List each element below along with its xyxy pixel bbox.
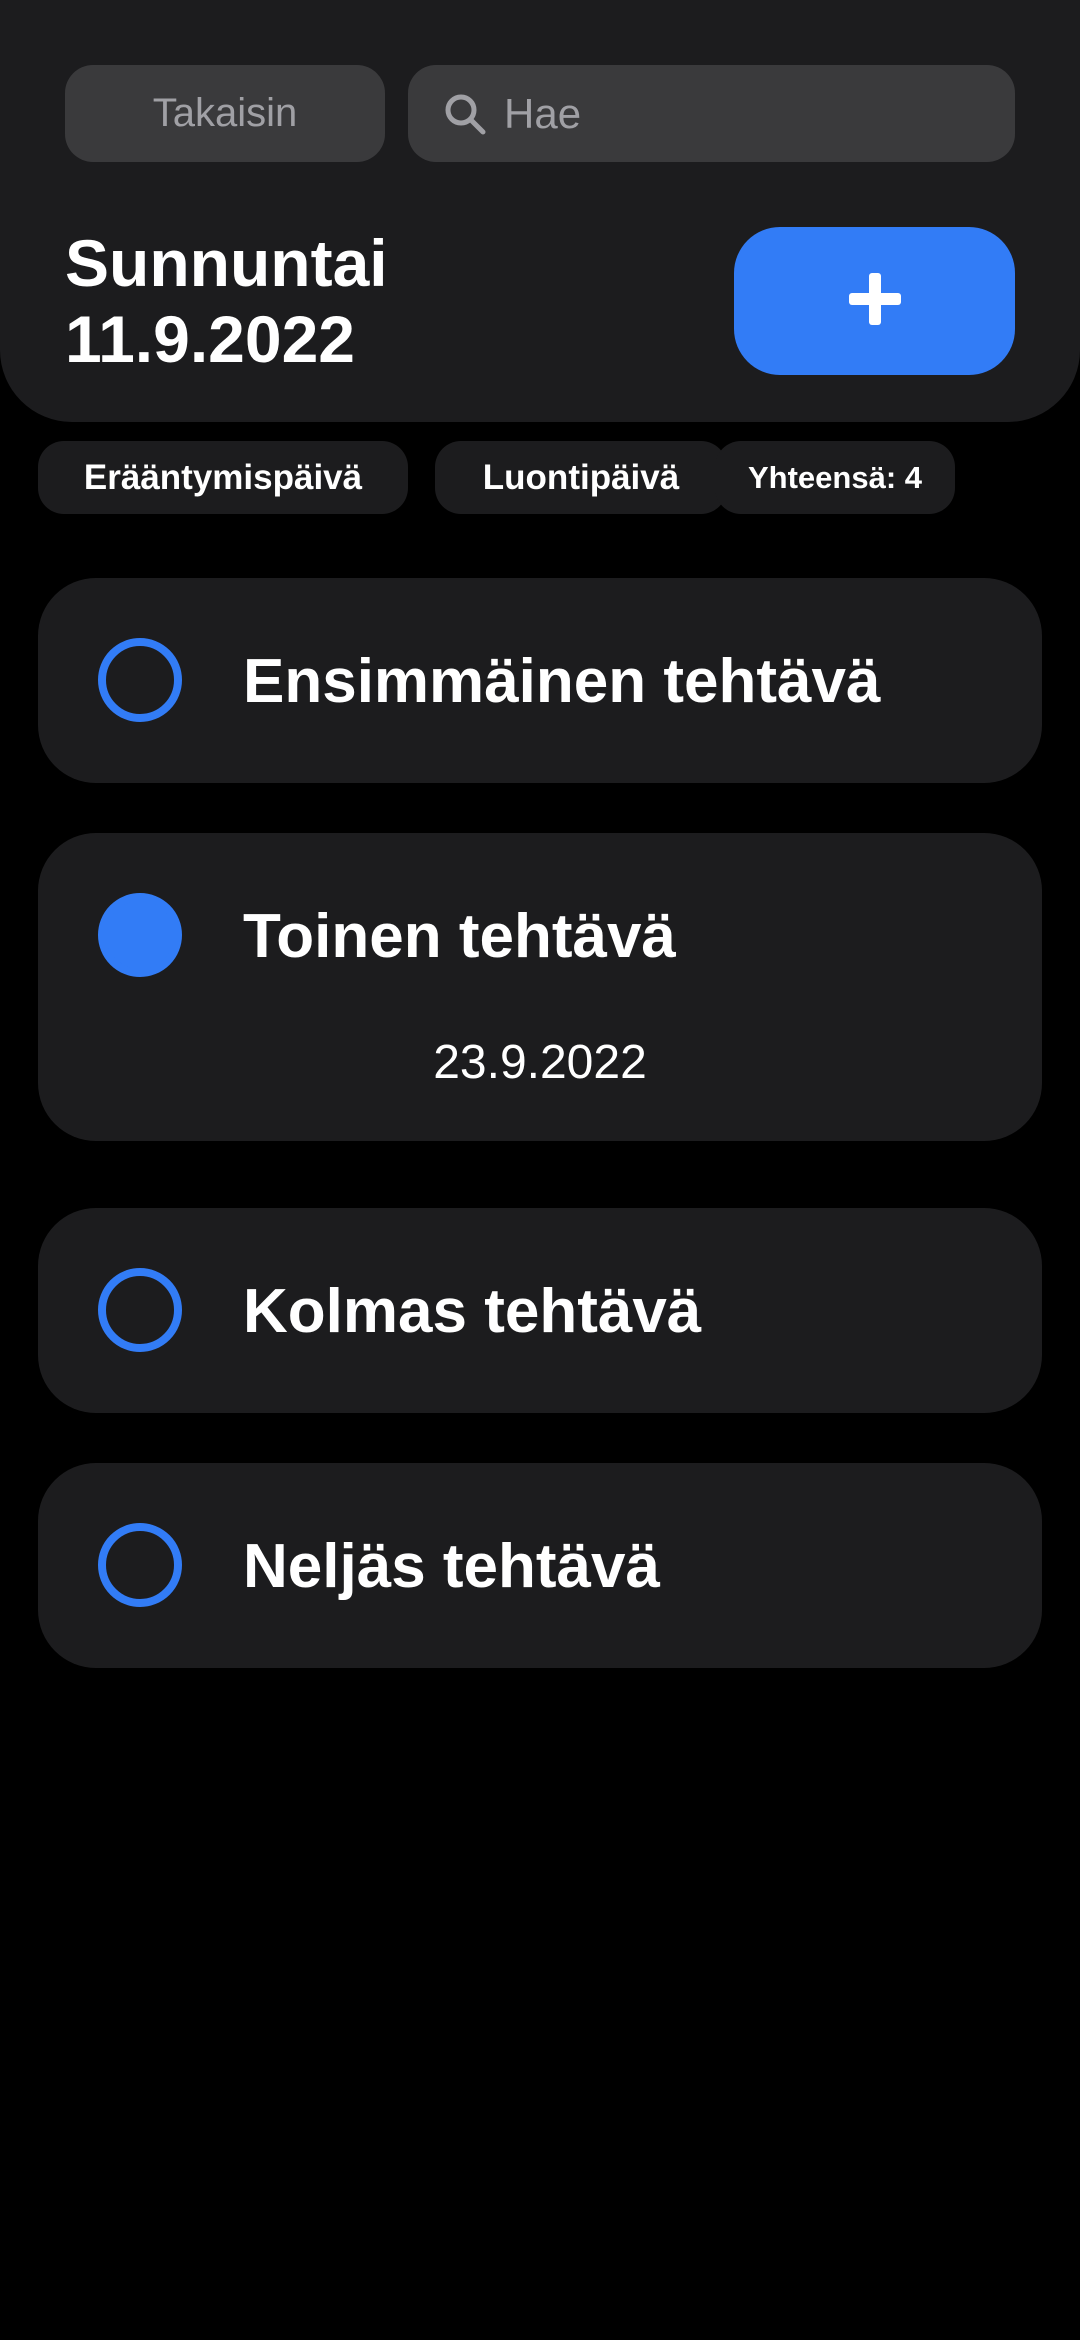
task-title: Ensimmäinen tehtävä bbox=[243, 647, 881, 716]
search-input[interactable] bbox=[504, 89, 984, 138]
task-checkbox-checked[interactable] bbox=[98, 893, 182, 977]
sort-due-date-chip[interactable]: Erääntymispäivä bbox=[38, 441, 408, 514]
task-title: Toinen tehtävä bbox=[243, 902, 676, 971]
task-card[interactable]: Toinen tehtävä 23.9.2022 bbox=[38, 833, 1042, 1141]
task-card[interactable]: Neljäs tehtävä bbox=[38, 1463, 1042, 1668]
plus-icon bbox=[848, 272, 901, 330]
header: Takaisin Sunnuntai 11.9.2022 bbox=[0, 0, 1080, 422]
task-card[interactable]: Kolmas tehtävä bbox=[38, 1208, 1042, 1413]
task-card[interactable]: Ensimmäinen tehtävä bbox=[38, 578, 1042, 783]
task-title: Kolmas tehtävä bbox=[243, 1277, 702, 1346]
page-title: Sunnuntai 11.9.2022 bbox=[65, 225, 388, 377]
add-task-button[interactable] bbox=[734, 227, 1015, 375]
task-checkbox[interactable] bbox=[98, 1268, 182, 1352]
back-button[interactable]: Takaisin bbox=[65, 65, 385, 162]
total-count-badge: Yhteensä: 4 bbox=[715, 441, 955, 514]
task-checkbox[interactable] bbox=[98, 1523, 182, 1607]
task-due-date: 23.9.2022 bbox=[433, 1036, 647, 1089]
task-title: Neljäs tehtävä bbox=[243, 1532, 660, 1601]
search-icon bbox=[442, 91, 488, 137]
sort-created-date-chip[interactable]: Luontipäivä bbox=[435, 441, 727, 514]
search-box[interactable] bbox=[408, 65, 1015, 162]
weekday-label: Sunnuntai bbox=[65, 226, 388, 300]
task-checkbox[interactable] bbox=[98, 638, 182, 722]
date-label: 11.9.2022 bbox=[65, 302, 355, 376]
